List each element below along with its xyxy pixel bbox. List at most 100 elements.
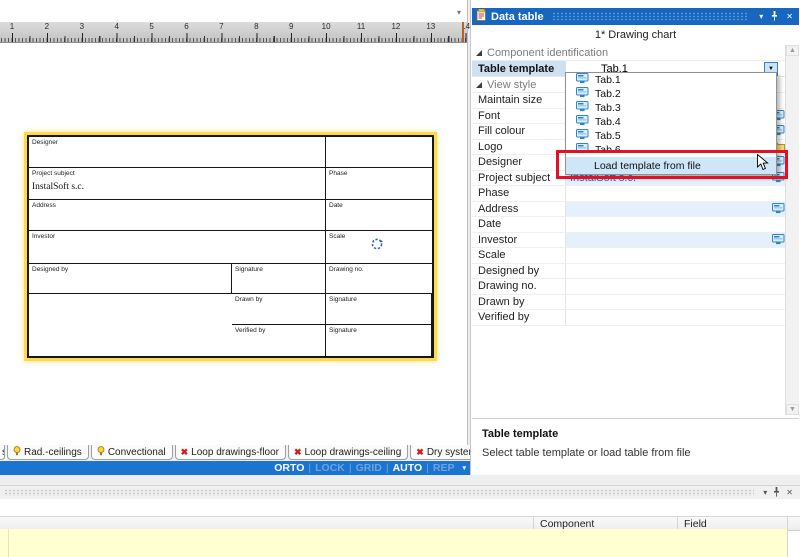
property-label: Phase	[472, 186, 566, 201]
error-icon: ✖	[181, 448, 189, 457]
horizontal-ruler: 1234567891011121314	[0, 22, 467, 43]
drawing-chart-table[interactable]: Designer Project subject InstalSoft s.c.…	[27, 135, 434, 358]
status-toggle-grid[interactable]: GRID	[356, 462, 382, 474]
ruler-number: 11	[357, 22, 365, 31]
chart-cell-signature-3: Signature	[326, 325, 432, 356]
property-label: Drawn by	[472, 295, 566, 310]
chart-label: Address	[32, 202, 56, 209]
panel-menu-icon[interactable]: ▾	[757, 13, 765, 21]
sheet-tab-loop-drawings-ceiling[interactable]: ✖Loop drawings-ceiling	[288, 445, 408, 460]
status-toggle-rep[interactable]: REP	[433, 462, 455, 474]
property-label: Date	[472, 217, 566, 232]
bottom-panel-titlebar[interactable]: ▾ ✕	[0, 486, 800, 499]
status-separator: |	[386, 462, 389, 474]
property-label: Logo	[472, 140, 566, 155]
property-label: Scale	[472, 248, 566, 263]
chart-cell-project-subject: Project subject InstalSoft s.c.	[29, 168, 326, 200]
property-label: Maintain size	[472, 93, 566, 108]
message-row[interactable]	[0, 529, 788, 557]
property-description: Table template Select table template or …	[472, 418, 799, 474]
property-label: Designed by	[472, 264, 566, 279]
panel-titlebar[interactable]: Data table ▾ ✕	[472, 8, 799, 25]
status-ok-icon	[13, 446, 21, 459]
monitor-icon[interactable]	[772, 203, 785, 217]
dropdown-item-tab-4[interactable]: Tab.4	[566, 115, 776, 129]
ruler-number: 2	[45, 22, 49, 31]
ruler-number: 1	[10, 22, 14, 31]
chart-cell-designed-by: Designed by	[29, 264, 232, 294]
scroll-up-icon[interactable]: ▲	[786, 45, 799, 56]
chevron-down-icon[interactable]: ▾	[457, 8, 461, 17]
sheet-tab-partial[interactable]: s	[0, 445, 5, 460]
dropdown-item-label: Tab.2	[595, 88, 621, 100]
property-label: Drawing no.	[472, 279, 566, 294]
panel-title: Data table	[491, 11, 544, 23]
sheet-tab-convectional[interactable]: Convectional	[91, 445, 173, 460]
property-value	[566, 217, 787, 232]
pin-icon[interactable]	[769, 11, 780, 23]
dropdown-item-tab-5[interactable]: Tab.5	[566, 129, 776, 143]
property-row-address[interactable]: Address	[472, 202, 787, 218]
monitor-icon	[576, 73, 589, 87]
property-value	[566, 186, 787, 201]
property-value	[566, 233, 787, 248]
chart-cell-address: Address	[29, 200, 326, 231]
status-toggle-orto[interactable]: ORTO	[274, 462, 304, 474]
status-toggle-auto[interactable]: AUTO	[393, 462, 423, 474]
property-row-date[interactable]: Date	[472, 217, 787, 233]
status-separator: |	[308, 462, 311, 474]
chart-label: Phase	[329, 170, 347, 177]
description-text: Select table template or load table from…	[482, 447, 789, 459]
drawing-canvas[interactable]: ▾ 1234567891011121314 Designer Project s…	[0, 0, 468, 445]
panel-menu-icon[interactable]: ▾	[760, 489, 770, 497]
property-value	[566, 310, 787, 325]
status-toggle-lock[interactable]: LOCK	[315, 462, 345, 474]
property-row-phase[interactable]: Phase	[472, 186, 787, 202]
chart-label: Designer	[32, 139, 58, 146]
chart-cell-empty	[326, 137, 432, 168]
property-row-scale[interactable]: Scale	[472, 248, 787, 264]
monitor-icon[interactable]	[772, 234, 785, 248]
dropdown-item-label: Tab.3	[595, 102, 621, 114]
dock-gap	[0, 475, 800, 485]
dropdown-item-label: Tab.4	[595, 116, 621, 128]
property-row-drawn-by[interactable]: Drawn by	[472, 295, 787, 311]
property-label: Address	[472, 202, 566, 217]
group-component-identification[interactable]: Component identification	[472, 45, 787, 61]
chart-label: Signature	[235, 266, 263, 273]
property-row-drawing-no-[interactable]: Drawing no.	[472, 279, 787, 295]
scroll-down-icon[interactable]: ▼	[786, 404, 799, 415]
sheet-tab-loop-drawings-floor[interactable]: ✖Loop drawings-floor	[175, 445, 286, 460]
property-value	[566, 202, 787, 217]
dropdown-item-tab-3[interactable]: Tab.3	[566, 101, 776, 115]
sheet-tab-rad-ceilings[interactable]: Rad.-ceilings	[7, 445, 89, 460]
scrollbar[interactable]: ▲ ▼	[785, 45, 799, 415]
ruler-number: 4	[114, 22, 118, 31]
ruler-number: 7	[219, 22, 223, 31]
sheet-tab-label: Rad.-ceilings	[24, 447, 82, 458]
chart-label: Investor	[32, 233, 55, 240]
sheet-tab-label: Loop drawings-ceiling	[305, 447, 402, 458]
dropdown-item-tab-2[interactable]: Tab.2	[566, 87, 776, 101]
status-arrow-icon[interactable]: ▾	[462, 464, 466, 472]
property-row-designed-by[interactable]: Designed by	[472, 264, 787, 280]
sheet-tab-label: Loop drawings-floor	[191, 447, 279, 458]
dropdown-item-tab-1[interactable]: Tab.1	[566, 73, 776, 87]
data-table-icon	[476, 8, 487, 26]
close-icon[interactable]: ✕	[784, 13, 795, 21]
property-label: Investor	[472, 233, 566, 248]
ruler-number: 12	[391, 22, 400, 31]
ruler-number: 9	[289, 22, 293, 31]
property-row-verified-by[interactable]: Verified by	[472, 310, 787, 326]
status-bar: ORTO|LOCK|GRID|AUTO|REP▾	[0, 461, 470, 475]
error-icon: ✖	[294, 448, 302, 457]
pin-icon[interactable]	[770, 487, 783, 499]
chart-cell-designer: Designer	[29, 137, 326, 168]
chart-cell-investor: Investor	[29, 231, 326, 264]
property-label: Project subject	[472, 171, 566, 186]
status-ok-icon	[97, 446, 105, 459]
chart-label: Scale	[329, 233, 345, 240]
property-row-investor[interactable]: Investor	[472, 233, 787, 249]
close-icon[interactable]: ✕	[783, 489, 796, 497]
chart-label: Verified by	[235, 327, 265, 334]
